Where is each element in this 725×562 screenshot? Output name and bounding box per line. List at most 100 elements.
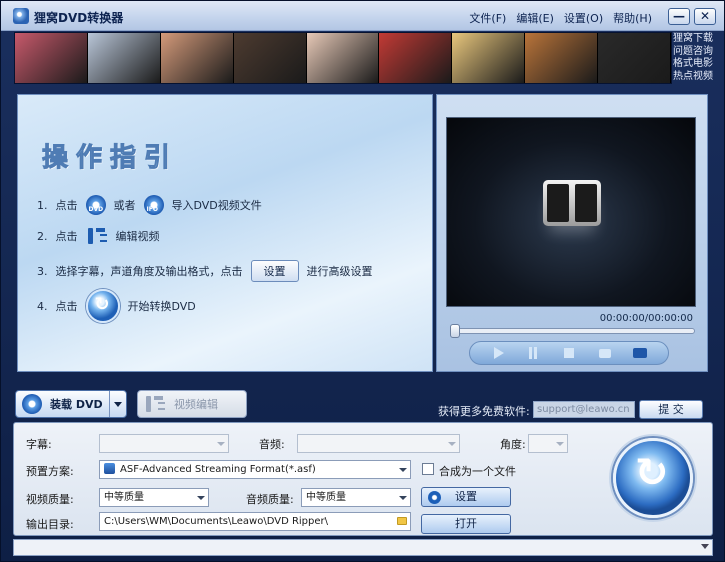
preset-select[interactable]: ASF-Advanced Streaming Format(*.asf) xyxy=(99,460,411,479)
menu-file[interactable]: 文件(F) xyxy=(469,10,506,26)
chevron-down-icon xyxy=(193,489,208,506)
step-number: 3. xyxy=(37,264,48,278)
settings-button-label: 设置 xyxy=(455,490,477,503)
app-title: 狸窝DVD转换器 xyxy=(34,11,124,25)
app-window: 狸窝DVD转换器 文件(F) 编辑(E) 设置(O) 帮助(H) — ✕ 狸窝下… xyxy=(0,0,725,562)
chevron-down-icon xyxy=(395,461,410,478)
banner-poster[interactable] xyxy=(379,33,453,83)
status-bar xyxy=(13,539,713,556)
chevron-down-icon xyxy=(444,435,459,452)
step-text: 开始转换DVD xyxy=(127,300,196,313)
guide-step-1: 1. 点击 DVD 或者 IFO 导入DVD视频文件 xyxy=(37,195,262,215)
guide-settings-button[interactable]: 设置 xyxy=(250,260,299,282)
edit-tools-icon[interactable] xyxy=(86,226,108,246)
banner-poster[interactable] xyxy=(452,33,526,83)
video-edit-label: 视频编辑 xyxy=(174,398,218,411)
banner-poster[interactable] xyxy=(15,33,88,83)
pause-icon[interactable] xyxy=(526,347,540,359)
audio-select[interactable] xyxy=(297,434,460,453)
banner-poster[interactable] xyxy=(525,33,599,83)
menu-bar: 文件(F) 编辑(E) 设置(O) 帮助(H) xyxy=(469,10,652,26)
banner-poster[interactable] xyxy=(160,33,234,83)
open-folder-button[interactable]: 打开 xyxy=(421,514,511,534)
timecode: 00:00:00/00:00:00 xyxy=(599,313,693,324)
folder-icon[interactable] xyxy=(633,347,648,359)
load-dvd-button[interactable]: 装载 DVD xyxy=(15,390,127,418)
start-convert-button[interactable] xyxy=(613,438,693,518)
submit-button[interactable]: 提 交 xyxy=(639,400,703,419)
step-text: 点击 xyxy=(55,300,78,313)
angle-label: 角度: xyxy=(500,438,526,451)
video-quality-select[interactable]: 中等质量 xyxy=(99,488,209,507)
format-icon xyxy=(104,463,115,474)
film-icon xyxy=(543,180,601,226)
subtitle-select[interactable] xyxy=(99,434,229,453)
output-label: 输出目录: xyxy=(26,518,74,531)
convert-icon[interactable] xyxy=(85,289,120,323)
stop-icon[interactable] xyxy=(562,347,576,359)
dvd-disc-icon[interactable]: DVD xyxy=(85,195,106,215)
guide-step-2: 2. 点击 编辑视频 xyxy=(37,226,160,246)
gear-icon xyxy=(428,491,441,504)
step-text: 导入DVD视频文件 xyxy=(171,199,262,212)
video-edit-button[interactable]: 视频编辑 xyxy=(137,390,247,418)
step-text: 或者 xyxy=(113,199,136,212)
chevron-down-icon xyxy=(552,435,567,452)
edit-tools-icon xyxy=(144,394,166,414)
app-logo-icon xyxy=(13,8,29,24)
angle-select[interactable] xyxy=(528,434,568,453)
step-text: 点击 xyxy=(55,230,78,243)
merge-checkbox[interactable] xyxy=(422,463,434,475)
banner-poster[interactable] xyxy=(87,33,161,83)
banner-poster[interactable] xyxy=(306,33,380,83)
ad-banner[interactable] xyxy=(14,32,672,84)
close-button[interactable]: ✕ xyxy=(694,8,716,25)
step-number: 1. xyxy=(37,198,48,212)
guide-title: 操作指引 xyxy=(41,143,179,174)
browse-folder-icon[interactable] xyxy=(397,517,407,525)
promo-link-support[interactable]: 问题咨询 xyxy=(673,46,719,59)
banner-poster[interactable] xyxy=(233,33,307,83)
preset-label: 预置方案: xyxy=(26,465,74,478)
snapshot-icon[interactable] xyxy=(598,347,612,359)
promo-link-download[interactable]: 狸窝下载 xyxy=(673,33,719,46)
video-screen xyxy=(446,117,696,307)
menu-help[interactable]: 帮助(H) xyxy=(613,10,652,26)
load-dvd-label: 装载 DVD xyxy=(50,398,103,411)
audio-label: 音频: xyxy=(259,438,285,451)
guide-step-3: 3. 选择字幕，声道角度及输出格式，点击 设置 进行高级设置 xyxy=(37,260,373,282)
step-text: 编辑视频 xyxy=(115,230,160,243)
menu-settings[interactable]: 设置(O) xyxy=(564,10,603,26)
settings-button[interactable]: 设置 xyxy=(421,487,511,507)
preview-player: 00:00:00/00:00:00 xyxy=(436,94,708,372)
email-input[interactable]: support@leawo.cn xyxy=(533,401,635,418)
load-dvd-dropdown-icon[interactable] xyxy=(109,391,126,417)
step-number: 4. xyxy=(37,299,48,313)
player-controls xyxy=(469,341,669,365)
menu-edit[interactable]: 编辑(E) xyxy=(516,10,554,26)
dvd-disc-icon xyxy=(22,394,42,414)
settings-panel: 字幕: 音频: 角度: 预置方案: ASF-Advanced Streaming… xyxy=(13,422,713,536)
promo-link-videos[interactable]: 热点视频 xyxy=(673,71,719,84)
guide-panel: 操作指引 1. 点击 DVD 或者 IFO 导入DVD视频文件 2. 点击 编辑… xyxy=(17,94,433,372)
step-text: 选择字幕，声道角度及输出格式，点击 xyxy=(55,265,243,278)
play-icon[interactable] xyxy=(491,347,505,359)
banner-poster[interactable] xyxy=(598,33,672,83)
output-path-field[interactable]: C:\Users\WM\Documents\Leawo\DVD Ripper\ xyxy=(99,512,411,531)
seek-handle[interactable] xyxy=(450,324,460,338)
step-number: 2. xyxy=(37,229,48,243)
minimize-button[interactable]: — xyxy=(668,8,690,25)
audio-quality-label: 音频质量: xyxy=(246,493,294,506)
title-bar: 狸窝DVD转换器 文件(F) 编辑(E) 设置(O) 帮助(H) — ✕ xyxy=(1,1,724,31)
chevron-down-icon[interactable] xyxy=(701,544,709,549)
step-text: 进行高级设置 xyxy=(306,265,373,278)
ifo-disc-icon[interactable]: IFO xyxy=(143,195,164,215)
guide-step-4: 4. 点击 开始转换DVD xyxy=(37,289,196,323)
chevron-down-icon xyxy=(395,489,410,506)
audio-quality-select[interactable]: 中等质量 xyxy=(301,488,411,507)
seek-bar[interactable] xyxy=(450,324,695,338)
subtitle-label: 字幕: xyxy=(26,438,52,451)
step-text: 点击 xyxy=(55,199,78,212)
merge-label: 合成为一个文件 xyxy=(439,465,516,478)
promo-link-movies[interactable]: 格式电影 xyxy=(673,58,719,71)
